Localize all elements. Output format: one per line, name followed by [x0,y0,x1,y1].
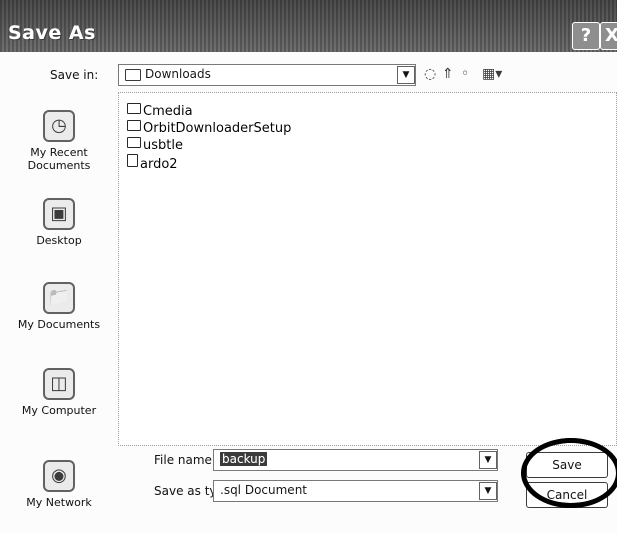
place-my-network[interactable]: ◉ My Network [0,460,118,509]
save-button[interactable]: Save [526,452,608,478]
my-computer-icon: ◫ [43,368,75,400]
folder-icon [125,69,141,81]
file-name: OrbitDownloaderSetup [143,121,292,136]
file-list[interactable]: Cmedia OrbitDownloaderSetup usbtle ardo2 [118,92,617,446]
close-button[interactable]: X [600,22,617,50]
place-desktop[interactable]: ▣ Desktop [0,198,118,247]
up-folder-icon[interactable]: ⇑ [442,66,454,82]
file-name: Cmedia [143,104,193,119]
list-item[interactable]: OrbitDownloaderSetup [127,120,291,136]
place-label: My Documents [17,318,101,331]
save-in-dropdown[interactable]: Downloads ▼ [118,64,416,86]
folder-icon [127,137,141,148]
title-bar[interactable]: Save As ? X [0,0,617,52]
places-bar: ◷ My Recent Documents ▣ Desktop 📁 My Doc… [0,92,118,533]
my-network-icon: ◉ [43,460,75,492]
help-button[interactable]: ? [572,22,600,50]
new-folder-icon[interactable]: ◦ [461,66,469,82]
my-documents-icon: 📁 [43,282,75,314]
desktop-icon: ▣ [43,198,75,230]
place-my-computer[interactable]: ◫ My Computer [0,368,118,417]
dialog-title: Save As [8,22,96,44]
place-label: My Computer [21,404,97,417]
file-name-label: File name: [154,453,216,467]
folder-icon [127,120,141,131]
chevron-down-icon[interactable]: ▼ [397,66,415,84]
file-icon [127,154,138,167]
place-label: My Network [26,496,92,509]
list-item[interactable]: Cmedia [127,103,193,119]
chevron-down-icon[interactable]: ▼ [479,451,497,469]
save-as-type-dropdown[interactable]: .sql Document ▼ [213,480,498,502]
file-name-value: backup [220,452,268,466]
folder-icon [127,103,141,114]
file-name: ardo2 [140,157,178,172]
file-name: usbtle [143,138,183,153]
recent-documents-icon: ◷ [43,110,75,142]
save-in-value: Downloads [145,67,211,81]
place-my-recent-documents[interactable]: ◷ My Recent Documents [0,110,118,172]
list-item[interactable]: usbtle [127,137,183,153]
place-label: Documents [27,159,91,172]
save-in-label: Save in: [50,68,99,82]
save-as-type-value: .sql Document [220,483,307,497]
back-icon[interactable]: ◌ [424,66,436,82]
place-label: My Recent [30,146,88,159]
chevron-down-icon[interactable]: ▼ [479,482,497,500]
save-as-dialog: Save As ? X Save in: Downloads ▼ ◌ ⇑ ◦ ▦… [0,0,617,533]
views-menu-icon[interactable]: ▦▾ [482,66,502,82]
file-name-field[interactable]: backup ▼ [213,449,498,471]
place-my-documents[interactable]: 📁 My Documents [0,282,118,331]
list-item[interactable]: ardo2 [127,154,178,172]
place-label: Desktop [36,234,82,247]
cancel-button[interactable]: Cancel [526,482,608,508]
